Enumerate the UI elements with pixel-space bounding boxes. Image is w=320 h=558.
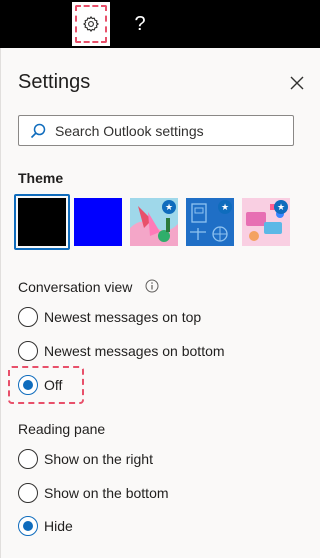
radio-hide[interactable]: Hide xyxy=(18,514,73,538)
conversation-view-heading: Conversation view xyxy=(18,279,133,295)
theme-heading: Theme xyxy=(18,170,64,186)
radio-label: Off xyxy=(44,377,63,393)
help-button[interactable]: ? xyxy=(126,0,154,48)
star-icon: ★ xyxy=(218,200,232,214)
radio-label: Show on the bottom xyxy=(44,485,169,501)
radio-circle[interactable] xyxy=(18,449,38,469)
radio-circle-checked[interactable] xyxy=(18,375,38,395)
search-icon xyxy=(19,123,51,139)
radio-label: Newest messages on top xyxy=(44,309,202,325)
panel-title: Settings xyxy=(18,71,91,93)
radio-circle-checked[interactable] xyxy=(18,516,38,536)
settings-button[interactable] xyxy=(72,2,110,46)
radio-show-on-right[interactable]: Show on the right xyxy=(18,447,153,471)
radio-circle[interactable] xyxy=(18,307,38,327)
close-button[interactable] xyxy=(287,73,307,93)
settings-highlight xyxy=(75,5,107,43)
reading-pane-heading: Reading pane xyxy=(18,421,106,437)
search-placeholder: Search Outlook settings xyxy=(55,122,204,139)
radio-circle[interactable] xyxy=(18,341,38,361)
theme-swatch-blue[interactable] xyxy=(74,198,122,246)
close-icon xyxy=(290,76,304,90)
radio-newest-on-bottom[interactable]: Newest messages on bottom xyxy=(18,339,225,363)
radio-label: Newest messages on bottom xyxy=(44,343,225,359)
search-input[interactable]: Search Outlook settings xyxy=(18,115,294,146)
radio-circle[interactable] xyxy=(18,483,38,503)
theme-swatch-illustrated-3[interactable]: ★ xyxy=(242,198,290,246)
radio-label: Hide xyxy=(44,518,73,534)
star-icon: ★ xyxy=(274,200,288,214)
settings-panel: Settings Search Outlook settings Theme ★… xyxy=(0,48,320,558)
star-icon: ★ xyxy=(162,200,176,214)
radio-off[interactable]: Off xyxy=(18,373,62,397)
help-label: ? xyxy=(134,12,146,35)
theme-swatch-illustrated-2[interactable]: ★ xyxy=(186,198,234,246)
radio-show-on-bottom[interactable]: Show on the bottom xyxy=(18,481,169,505)
radio-newest-on-top[interactable]: Newest messages on top xyxy=(18,305,201,329)
radio-label: Show on the right xyxy=(44,451,153,467)
top-bar: ? xyxy=(0,0,320,48)
theme-swatch-black[interactable] xyxy=(18,198,66,246)
theme-swatch-illustrated-1[interactable]: ★ xyxy=(130,198,178,246)
info-icon[interactable] xyxy=(145,279,159,293)
